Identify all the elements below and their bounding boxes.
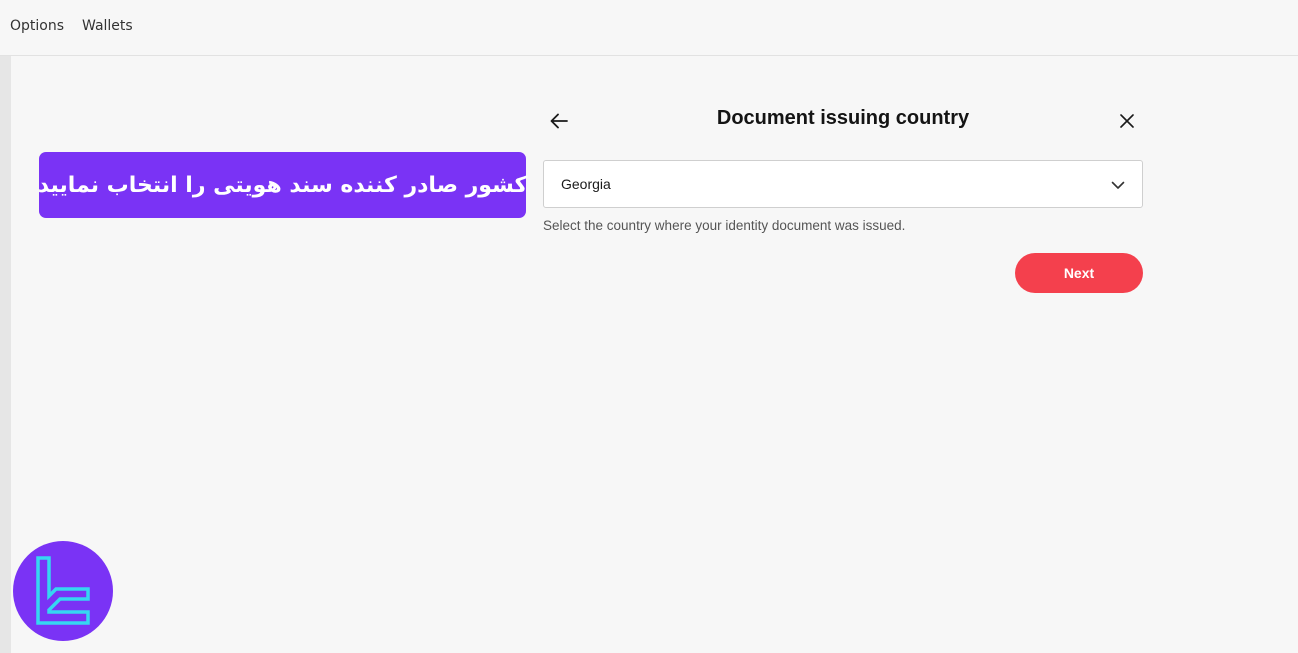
close-button[interactable] — [1112, 106, 1142, 136]
arrow-left-icon — [550, 113, 568, 129]
nav-wallets[interactable]: Wallets — [82, 18, 133, 34]
country-select[interactable]: Georgia — [543, 160, 1143, 208]
left-rail — [0, 56, 11, 653]
annotation-banner: کشور صادر کننده سند هویتی را انتخاب نمای… — [37, 152, 528, 218]
dialog-title: Document issuing country — [716, 107, 970, 129]
chevron-down-icon — [1111, 181, 1125, 189]
close-icon — [1120, 114, 1134, 128]
annotation-text: کشور صادر کننده سند هویتی را انتخاب نمای… — [37, 172, 528, 198]
top-navigation-bar: Options Wallets — [0, 0, 1298, 56]
country-select-value: Georgia — [561, 176, 611, 192]
next-button[interactable]: Next — [1015, 253, 1143, 293]
nav-options[interactable]: Options — [10, 18, 64, 34]
brand-logo-icon — [13, 541, 113, 641]
back-button[interactable] — [544, 106, 574, 136]
helper-text: Select the country where your identity d… — [543, 218, 906, 233]
